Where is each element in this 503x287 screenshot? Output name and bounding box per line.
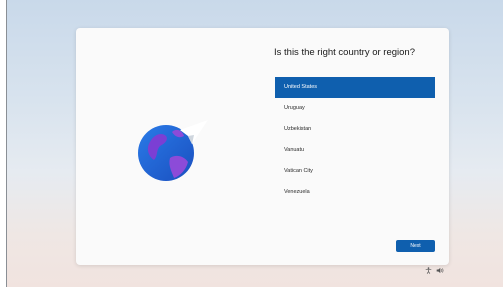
region-item-uruguay[interactable]: Uruguay	[275, 98, 435, 119]
setup-dialog: Is this the right country or region? Uni…	[76, 28, 449, 265]
region-item-label: Venezuela	[284, 189, 310, 195]
region-item-vatican-city[interactable]: Vatican City	[275, 161, 435, 182]
region-item-uzbekistan[interactable]: Uzbekistan	[275, 119, 435, 140]
desktop-background: Is this the right country or region? Uni…	[0, 0, 503, 287]
region-item-venezuela[interactable]: Venezuela	[275, 182, 435, 203]
left-edge-divider	[6, 0, 7, 287]
region-item-label: United States	[284, 84, 318, 90]
system-tray	[425, 267, 444, 276]
region-item-vanuatu[interactable]: Vanuatu	[275, 140, 435, 161]
next-button[interactable]: Next	[396, 240, 435, 252]
accessibility-icon[interactable]	[425, 267, 432, 276]
region-item-label: Vatican City	[284, 168, 313, 174]
region-item-united-states[interactable]: United States	[275, 77, 435, 98]
globe-illustration	[136, 108, 216, 188]
region-item-label: Uzbekistan	[284, 126, 312, 132]
globe-icon	[138, 120, 208, 181]
region-item-label: Vanuatu	[284, 147, 305, 153]
page-title: Is this the right country or region?	[274, 47, 415, 58]
region-list[interactable]: United States Uruguay Uzbekistan Vanuatu…	[275, 77, 435, 203]
volume-icon[interactable]	[436, 267, 444, 276]
region-item-label: Uruguay	[284, 105, 305, 111]
